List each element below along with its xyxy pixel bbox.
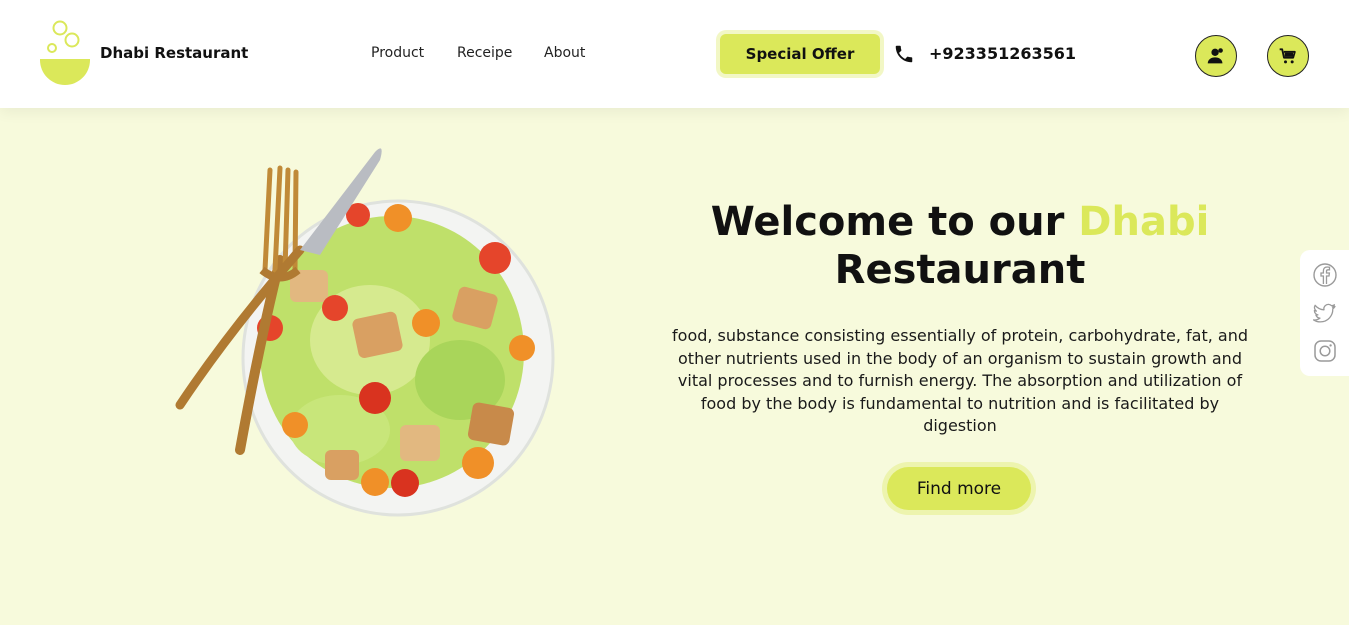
phone-icon [895,45,913,63]
find-more-button[interactable]: Find more [887,467,1031,510]
user-icon [1207,48,1223,64]
hero-title: Welcome to our Dhabi Restaurant [660,198,1260,294]
brand-name[interactable]: Dhabi Restaurant [100,44,248,62]
twitter-icon[interactable] [1312,300,1338,326]
nav-link-receipe[interactable]: Receipe [457,45,512,61]
hero-description: food, substance consisting essentially o… [672,326,1248,435]
cart-icon [1279,48,1296,64]
social-sidebar [1300,250,1349,376]
instagram-icon[interactable] [1312,338,1338,364]
hero-title-part1: Welcome to our [710,199,1065,245]
bowl-bubbles-logo[interactable] [38,18,94,90]
nav-link-product[interactable]: Product [371,45,424,61]
salad-plate-with-fork-and-knife [175,148,555,517]
cart-button[interactable] [1267,35,1309,77]
account-button[interactable] [1195,35,1237,77]
navbar: Dhabi Restaurant Product Receipe About S… [0,0,1349,108]
phone-number[interactable]: +923351263561 [929,44,1076,63]
hero-title-part2: Restaurant [834,247,1086,293]
nav-link-about[interactable]: About [544,45,585,61]
special-offer-button[interactable]: Special Offer [720,34,880,74]
hero-title-accent: Dhabi [1078,199,1210,245]
facebook-icon[interactable] [1312,262,1338,288]
